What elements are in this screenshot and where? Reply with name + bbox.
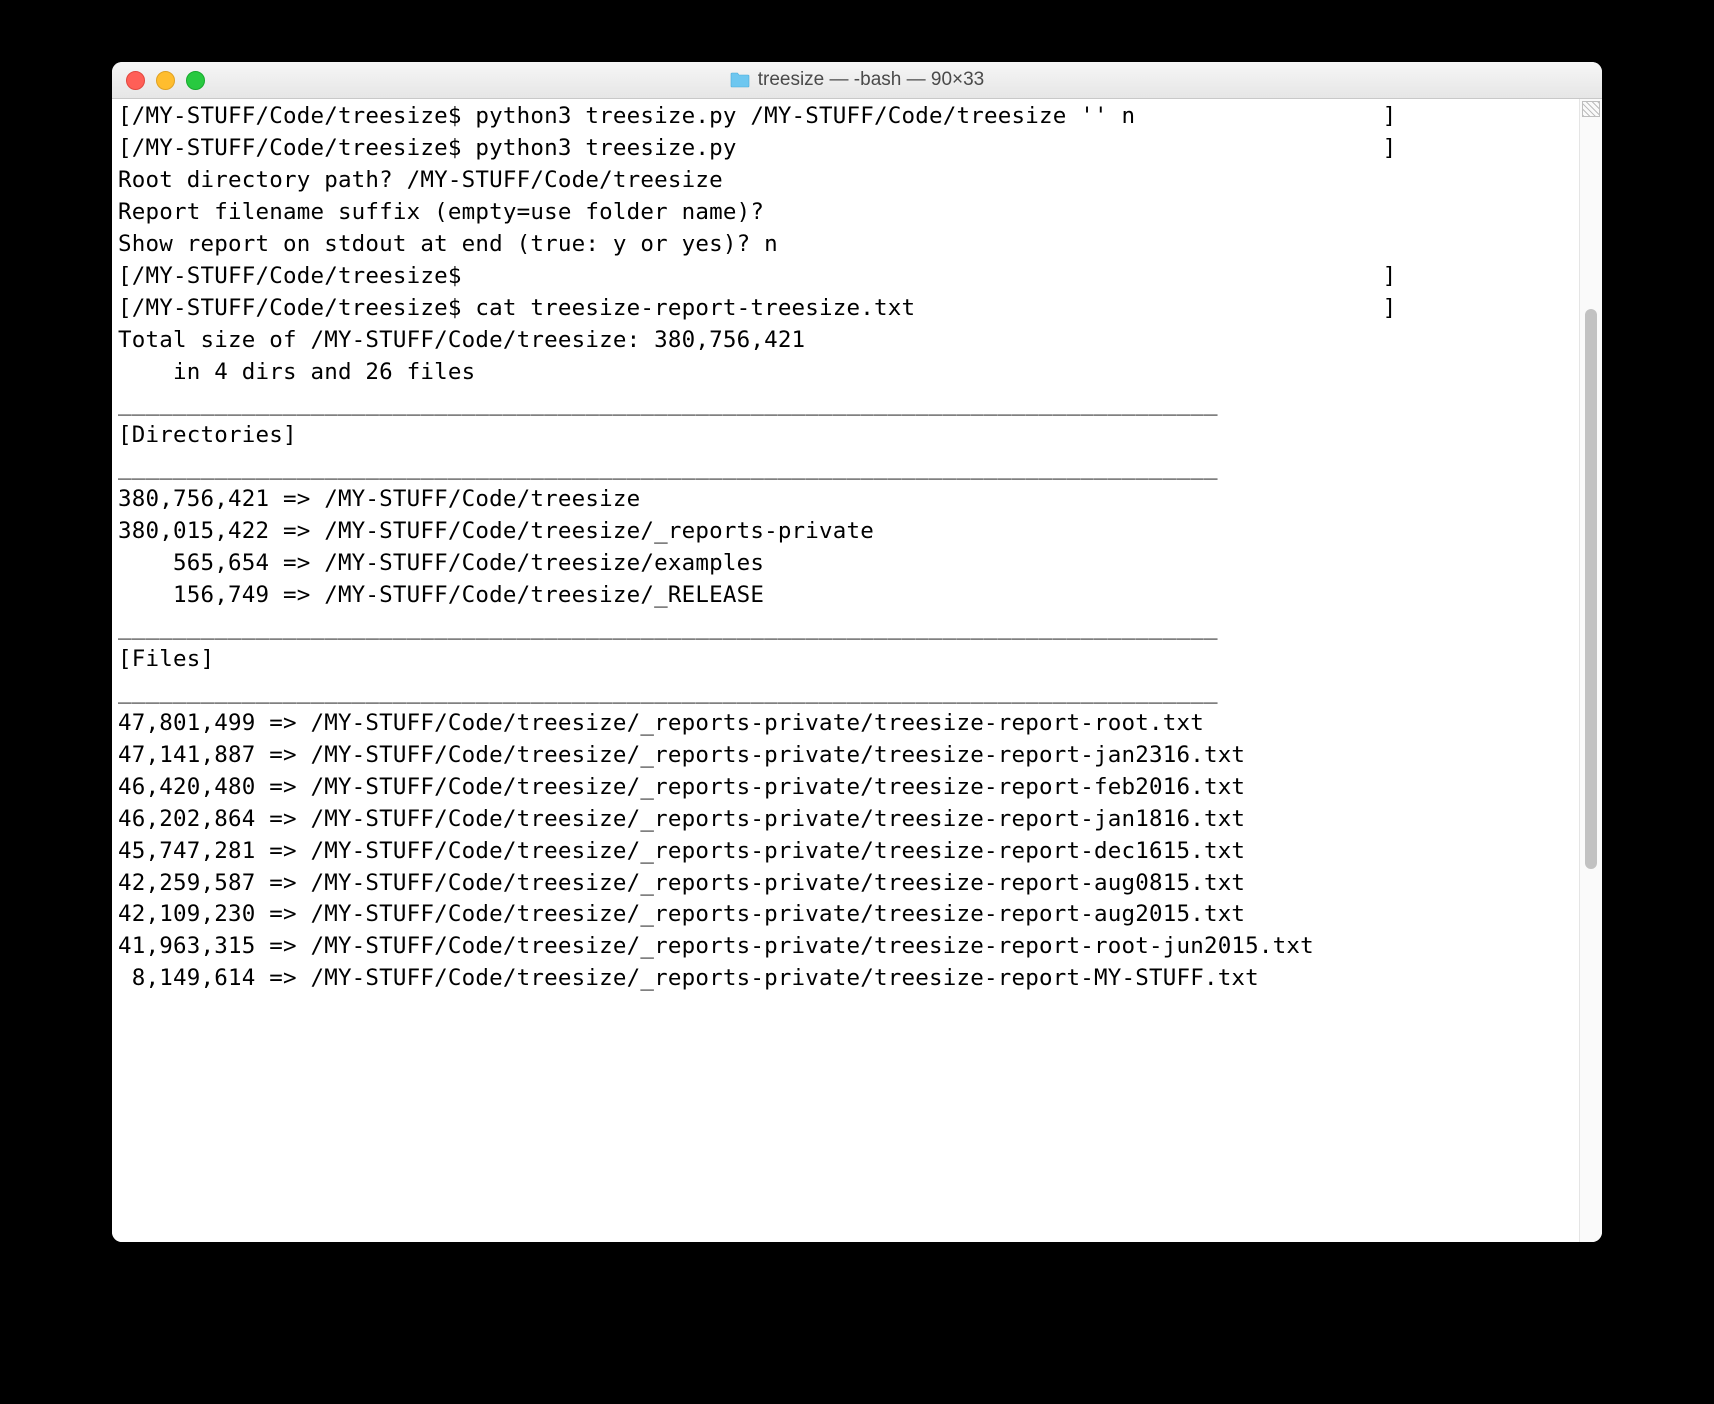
terminal-line: 8,149,614 => /MY-STUFF/Code/treesize/_re…: [118, 963, 1573, 995]
terminal-line: 156,749 => /MY-STUFF/Code/treesize/_RELE…: [118, 580, 1573, 612]
terminal-line: 41,963,315 => /MY-STUFF/Code/treesize/_r…: [118, 931, 1573, 963]
terminal-line: 45,747,281 => /MY-STUFF/Code/treesize/_r…: [118, 836, 1573, 868]
terminal-line: 380,015,422 => /MY-STUFF/Code/treesize/_…: [118, 516, 1573, 548]
window-title-text: treesize — -bash — 90×33: [758, 69, 985, 91]
terminal-line: 565,654 => /MY-STUFF/Code/treesize/examp…: [118, 548, 1573, 580]
traffic-lights: [112, 71, 205, 90]
terminal-line: [/MY-STUFF/Code/treesize$ python3 treesi…: [118, 133, 1573, 165]
zoom-button[interactable]: [186, 71, 205, 90]
terminal-output[interactable]: [/MY-STUFF/Code/treesize$ python3 treesi…: [112, 99, 1579, 1242]
terminal-line: Report filename suffix (empty=use folder…: [118, 197, 1573, 229]
minimize-button[interactable]: [156, 71, 175, 90]
terminal-line: Show report on stdout at end (true: y or…: [118, 229, 1573, 261]
terminal-line: ________________________________________…: [118, 612, 1573, 644]
terminal-line: 47,141,887 => /MY-STUFF/Code/treesize/_r…: [118, 740, 1573, 772]
terminal-line: 46,420,480 => /MY-STUFF/Code/treesize/_r…: [118, 772, 1573, 804]
window-title: treesize — -bash — 90×33: [112, 69, 1602, 91]
terminal-line: ________________________________________…: [118, 676, 1573, 708]
scroll-hatch-icon: [1582, 101, 1600, 117]
terminal-window: treesize — -bash — 90×33 [/MY-STUFF/Code…: [112, 62, 1602, 1242]
terminal-line: [/MY-STUFF/Code/treesize$ python3 treesi…: [118, 101, 1573, 133]
close-button[interactable]: [126, 71, 145, 90]
terminal-line: [Files]: [118, 644, 1573, 676]
titlebar: treesize — -bash — 90×33: [112, 62, 1602, 99]
terminal-line: 42,109,230 => /MY-STUFF/Code/treesize/_r…: [118, 899, 1573, 931]
terminal-line: 42,259,587 => /MY-STUFF/Code/treesize/_r…: [118, 868, 1573, 900]
terminal-line: Root directory path? /MY-STUFF/Code/tree…: [118, 165, 1573, 197]
content-area: [/MY-STUFF/Code/treesize$ python3 treesi…: [112, 99, 1602, 1242]
terminal-line: in 4 dirs and 26 files: [118, 357, 1573, 389]
terminal-line: [/MY-STUFF/Code/treesize$ cat treesize-r…: [118, 293, 1573, 325]
terminal-line: [Directories]: [118, 420, 1573, 452]
terminal-line: [/MY-STUFF/Code/treesize$ ]: [118, 261, 1573, 293]
terminal-line: 380,756,421 => /MY-STUFF/Code/treesize: [118, 484, 1573, 516]
terminal-line: ________________________________________…: [118, 452, 1573, 484]
terminal-line: Total size of /MY-STUFF/Code/treesize: 3…: [118, 325, 1573, 357]
folder-icon: [730, 72, 750, 88]
terminal-line: ________________________________________…: [118, 388, 1573, 420]
terminal-line: 47,801,499 => /MY-STUFF/Code/treesize/_r…: [118, 708, 1573, 740]
scrollbar-track[interactable]: [1579, 99, 1602, 1242]
terminal-line: 46,202,864 => /MY-STUFF/Code/treesize/_r…: [118, 804, 1573, 836]
scrollbar-thumb[interactable]: [1585, 309, 1597, 869]
